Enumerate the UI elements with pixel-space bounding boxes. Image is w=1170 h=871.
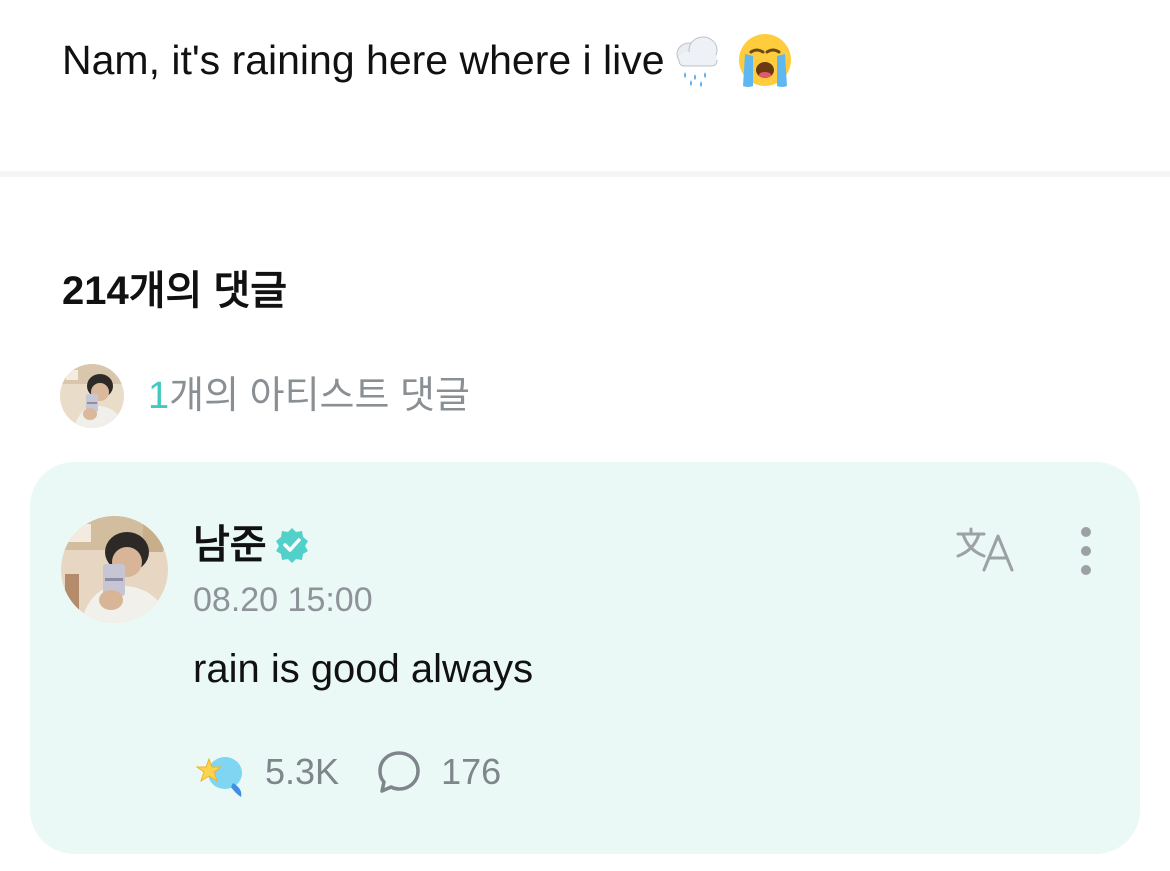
translate-icon xyxy=(956,527,1014,572)
loudly-crying-face-icon xyxy=(738,34,791,87)
comments-count-heading: 214개의 댓글 xyxy=(62,269,288,313)
verified-badge-icon xyxy=(275,528,308,563)
more-vertical-icon xyxy=(1081,527,1091,575)
comment-actions: 5.3K 176 xyxy=(193,745,501,799)
reply-button[interactable]: 176 xyxy=(375,748,501,796)
artist-comments-label: 개의 아티스트 댓글 xyxy=(169,375,470,417)
cloud-with-rain-icon xyxy=(676,36,718,87)
section-divider xyxy=(0,171,1170,177)
artist-comment-card: 남준 08.20 15:00 rain is good always 5.3K … xyxy=(30,462,1140,854)
comment-timestamp: 08.20 15:00 xyxy=(193,581,373,619)
reaction-count: 5.3K xyxy=(265,751,340,792)
reply-count: 176 xyxy=(441,751,502,792)
post-text: Nam, it's raining here where i live xyxy=(62,37,665,83)
avatar-photo xyxy=(61,516,168,623)
artist-comments-summary-text: 1개의 아티스트 댓글 xyxy=(148,372,470,420)
comment-body: rain is good always xyxy=(193,647,534,691)
more-options-button[interactable] xyxy=(1066,524,1106,580)
avatar[interactable] xyxy=(61,516,168,623)
translate-button[interactable] xyxy=(954,526,1018,578)
star-reaction-icon xyxy=(195,757,242,797)
artist-comments-summary[interactable]: 1개의 아티스트 댓글 xyxy=(60,364,470,428)
author-name[interactable]: 남준 xyxy=(193,520,267,570)
comment-page: Nam, it's raining here where i live 214개… xyxy=(0,0,1170,871)
post-text-line: Nam, it's raining here where i live xyxy=(62,30,795,90)
reaction-button[interactable]: 5.3K xyxy=(193,745,339,799)
artist-mini-avatar xyxy=(60,364,124,428)
avatar-photo xyxy=(60,364,124,428)
speech-bubble-icon xyxy=(378,751,420,793)
artist-comments-count: 1 xyxy=(148,375,170,417)
author-row: 남준 xyxy=(193,520,311,570)
